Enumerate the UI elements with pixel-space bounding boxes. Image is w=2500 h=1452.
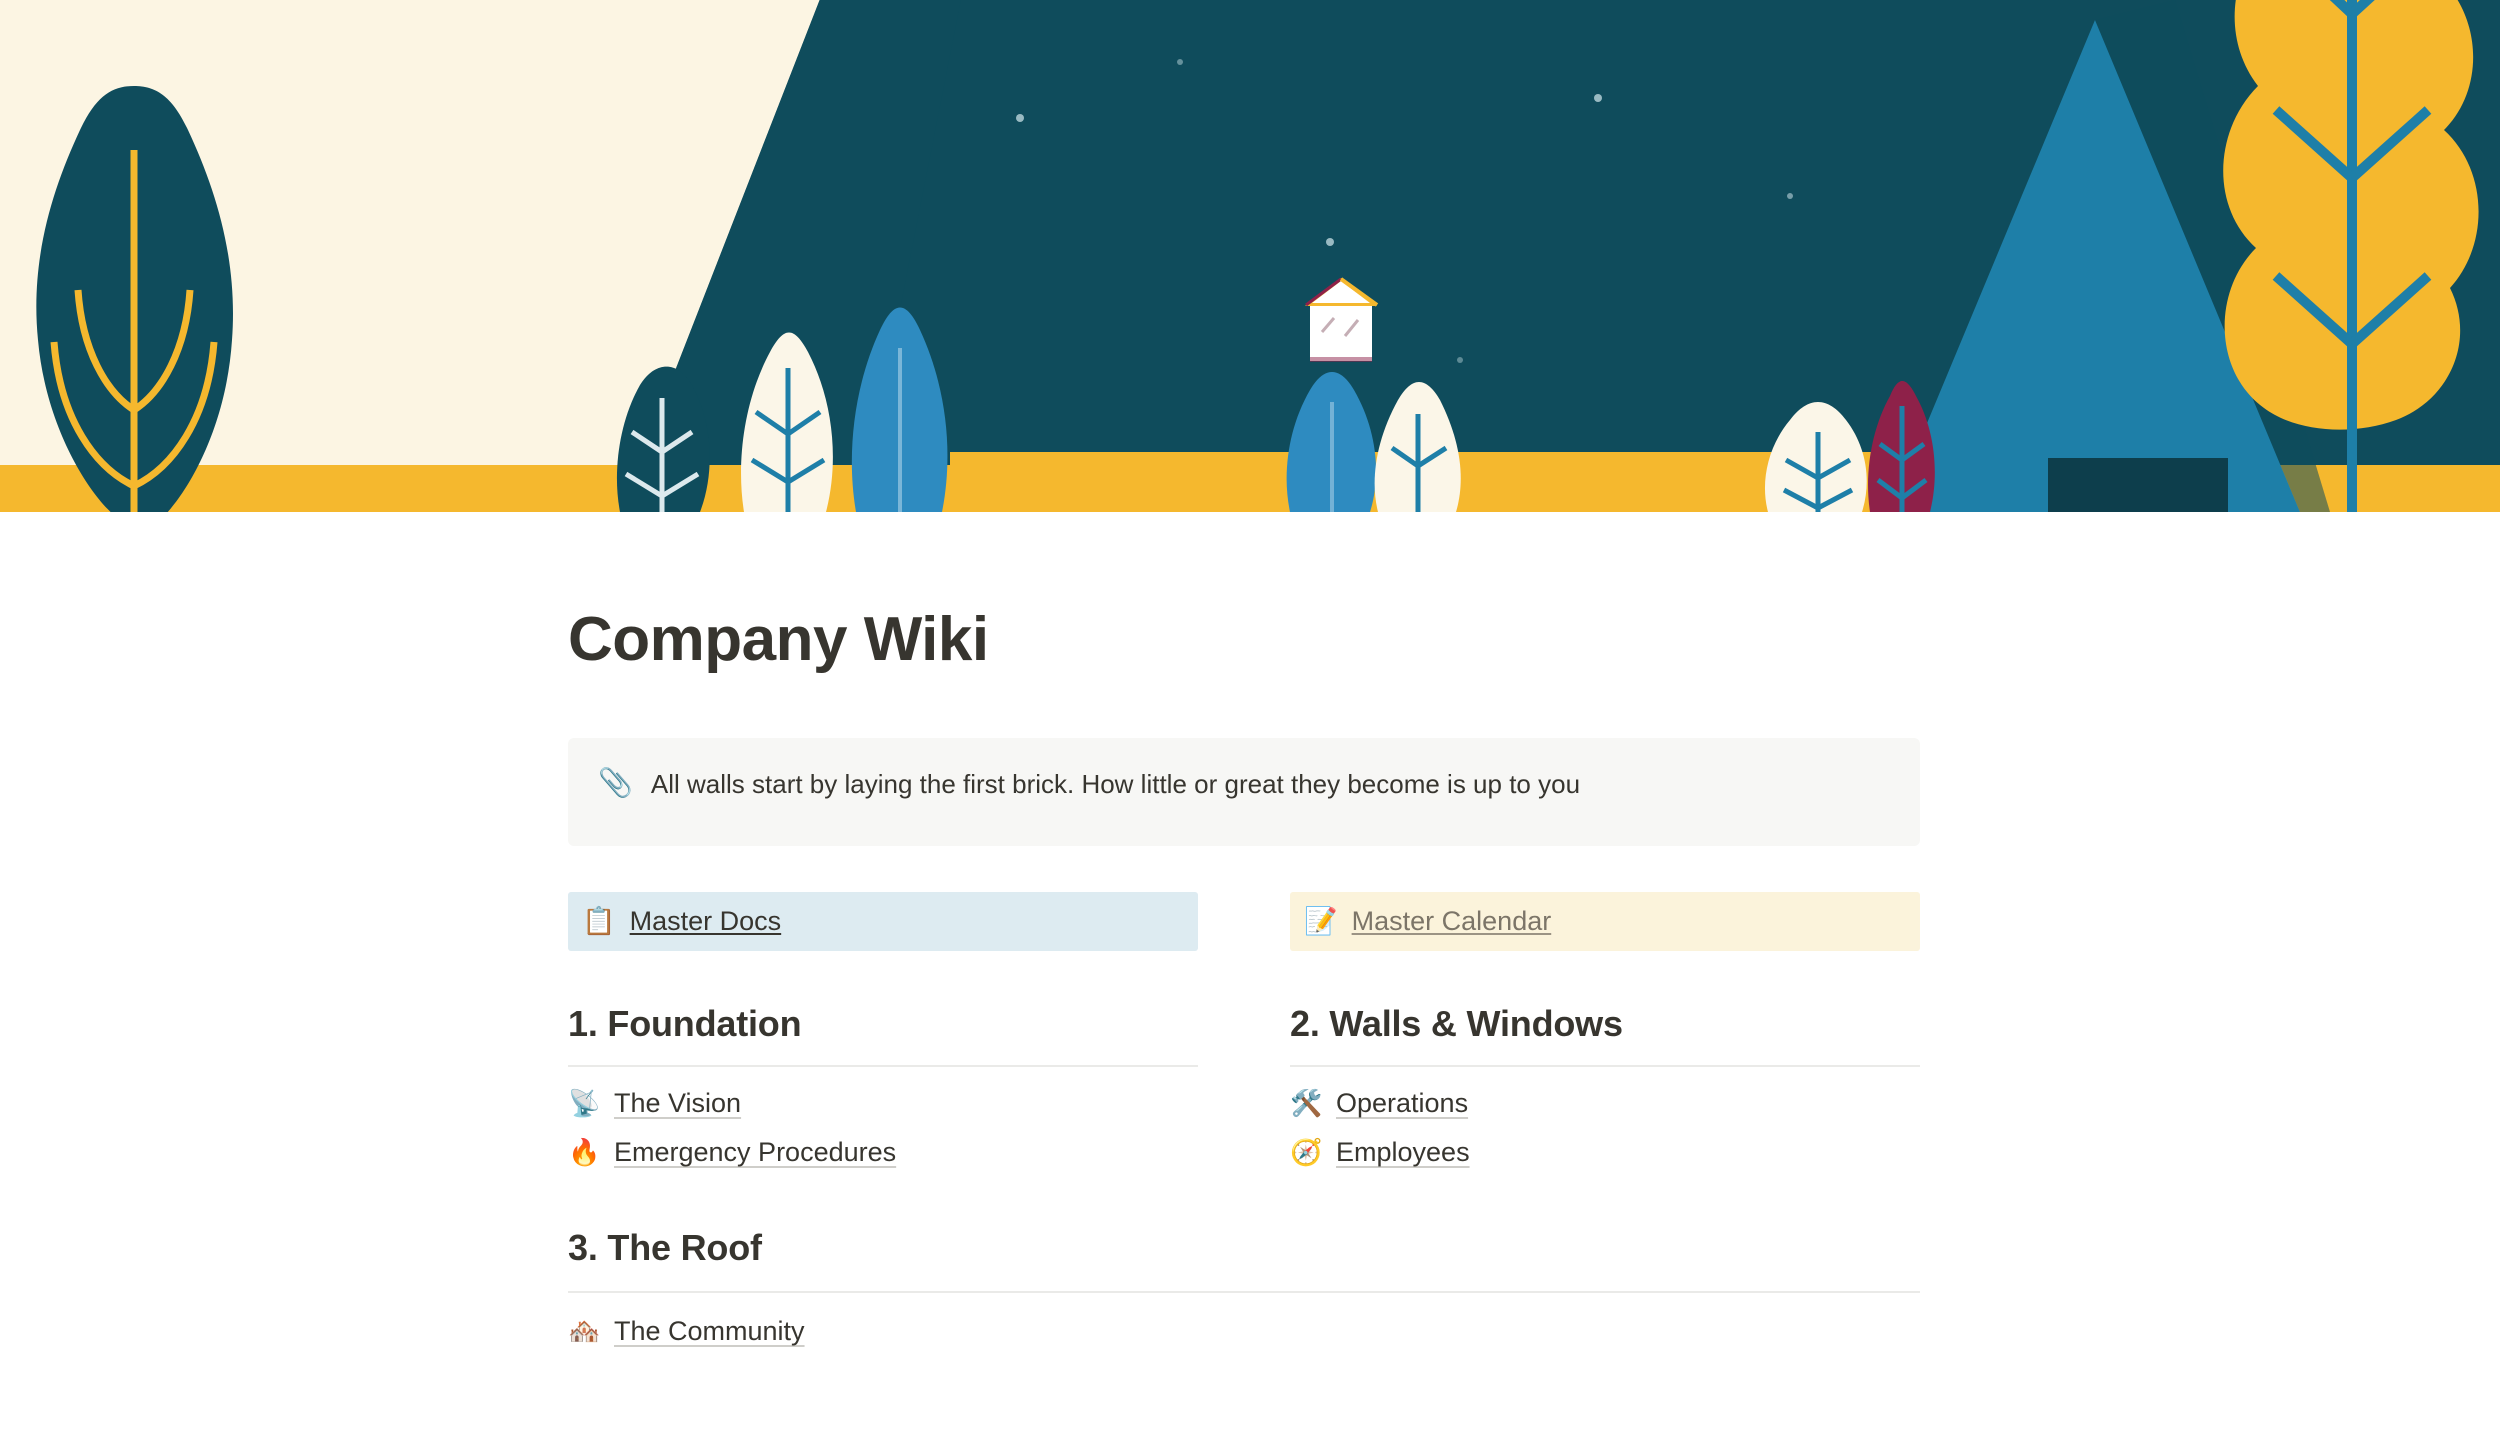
section-roof-links: 🏘️ The Community xyxy=(568,1307,1920,1356)
section-heading-the-roof: 3. The Roof xyxy=(568,1227,1920,1294)
section-heading-foundation: 1. Foundation xyxy=(568,1003,1198,1068)
shortcut-master-docs[interactable]: 📋 Master Docs xyxy=(568,892,1198,952)
left-column: 📋 Master Docs 1. Foundation 📡 The Vision… xyxy=(568,892,1198,1177)
shortcut-master-docs-label: Master Docs xyxy=(629,906,782,937)
memo-icon: 📝 xyxy=(1304,906,1338,937)
page-link-operations-label: Operations xyxy=(1336,1088,1469,1119)
callout-text: All walls start by laying the first bric… xyxy=(650,769,1581,800)
fire-icon: 🔥 xyxy=(568,1137,601,1168)
satellite-antenna-icon: 📡 xyxy=(568,1088,601,1119)
page-link-the-community-label: The Community xyxy=(614,1316,805,1347)
page-link-emergency-procedures[interactable]: 🔥 Emergency Procedures xyxy=(568,1128,1198,1177)
page-link-employees-label: Employees xyxy=(1336,1137,1470,1168)
section-foundation-links: 📡 The Vision 🔥 Emergency Procedures xyxy=(568,1079,1198,1177)
page-link-operations[interactable]: 🛠️ Operations xyxy=(1290,1079,1920,1128)
column-gap xyxy=(1198,892,1290,1177)
shortcut-master-calendar-label: Master Calendar xyxy=(1351,906,1552,937)
page-link-the-vision[interactable]: 📡 The Vision xyxy=(568,1079,1198,1128)
clipboard-icon: 📋 xyxy=(582,906,616,937)
page-link-the-community[interactable]: 🏘️ The Community xyxy=(568,1307,1920,1356)
section-heading-walls-and-windows: 2. Walls & Windows xyxy=(1290,1003,1920,1068)
cover-image[interactable] xyxy=(0,0,2500,512)
houses-icon: 🏘️ xyxy=(568,1316,601,1347)
page-link-employees[interactable]: 🧭 Employees xyxy=(1290,1128,1920,1177)
right-column: 📝 Master Calendar 2. Walls & Windows 🛠️ … xyxy=(1290,892,1920,1177)
compass-icon: 🧭 xyxy=(1290,1137,1323,1168)
hammer-and-wrench-icon: 🛠️ xyxy=(1290,1088,1323,1119)
page-link-emergency-procedures-label: Emergency Procedures xyxy=(614,1137,897,1168)
two-column-layout: 📋 Master Docs 1. Foundation 📡 The Vision… xyxy=(568,892,1920,1177)
section-walls-links: 🛠️ Operations 🧭 Employees xyxy=(1290,1079,1920,1177)
callout-block[interactable]: 📎 All walls start by laying the first br… xyxy=(568,738,1920,847)
page-content: Company Wiki 📎 All walls start by laying… xyxy=(568,512,1920,1356)
page-title[interactable]: Company Wiki xyxy=(568,605,1920,674)
page-link-the-vision-label: The Vision xyxy=(614,1088,742,1119)
wiki-page: Company Wiki 📎 All walls start by laying… xyxy=(0,0,2500,1452)
section-the-roof: 3. The Roof 🏘️ The Community xyxy=(568,1227,1920,1356)
cover-illustration xyxy=(0,0,2500,512)
paperclip-icon: 📎 xyxy=(598,767,633,799)
shortcut-master-calendar[interactable]: 📝 Master Calendar xyxy=(1290,892,1920,952)
